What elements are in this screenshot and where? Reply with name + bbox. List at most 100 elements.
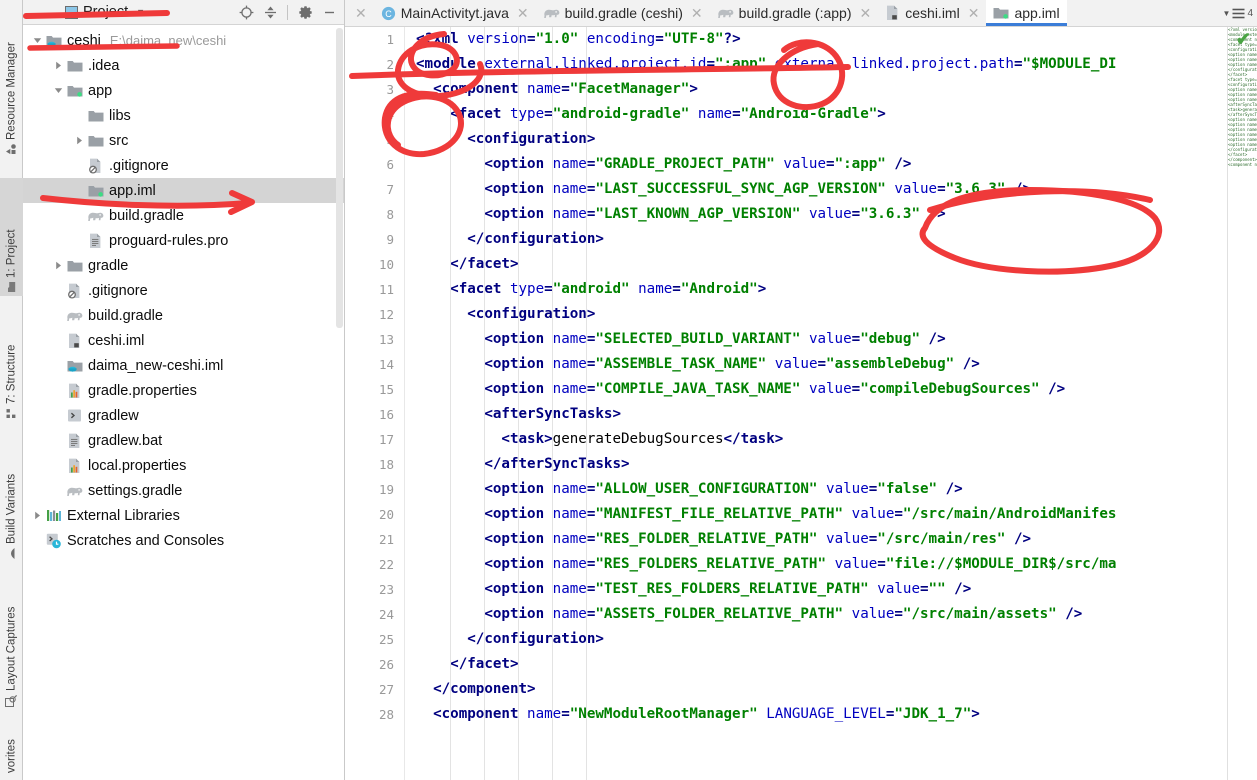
editor-minimap[interactable]: <?xml version="1.0" encodi<module extern… bbox=[1227, 27, 1257, 780]
close-icon[interactable]: ✕ bbox=[691, 5, 703, 22]
chevron-right-icon[interactable] bbox=[31, 510, 43, 522]
code-content[interactable]: <?xml version="1.0" encoding="UTF-8"?><m… bbox=[406, 27, 1227, 780]
tree-item-gradlew[interactable]: gradlew bbox=[23, 403, 344, 428]
line-number: 12 bbox=[345, 302, 404, 327]
code-line[interactable]: </component> bbox=[406, 677, 1227, 702]
tree-item-settings-gradle[interactable]: settings.gradle bbox=[23, 478, 344, 503]
code-line[interactable]: <option name="RES_FOLDERS_RELATIVE_PATH"… bbox=[406, 552, 1227, 577]
tree-item-app[interactable]: app bbox=[23, 78, 344, 103]
tab-overflow-control[interactable]: ▼4 bbox=[1223, 0, 1257, 26]
tool-window-tab-1-project[interactable]: 1: Project bbox=[0, 178, 23, 296]
editor-tab-mainactivityt-java[interactable]: CMainActivityt.java✕ bbox=[374, 0, 536, 26]
locate-icon[interactable] bbox=[235, 1, 257, 23]
code-line[interactable]: <task>generateDebugSources</task> bbox=[406, 427, 1227, 452]
close-icon[interactable]: ✕ bbox=[860, 5, 872, 22]
editor-tab-build-gradle-app[interactable]: build.gradle (:app)✕ bbox=[710, 0, 879, 26]
chevron-down-icon[interactable] bbox=[52, 85, 64, 97]
tool-window-tab-label: Layout Captures bbox=[6, 607, 18, 691]
code-line[interactable]: <option name="SELECTED_BUILD_VARIANT" va… bbox=[406, 327, 1227, 352]
close-icon[interactable]: ✕ bbox=[355, 5, 367, 22]
tree-item-ceshi-iml[interactable]: ceshi.iml bbox=[23, 328, 344, 353]
code-token: /> bbox=[954, 356, 980, 372]
project-tree[interactable]: ceshiE:\daima_new\ceshi.ideaapplibssrc.g… bbox=[23, 25, 344, 780]
code-line[interactable]: <option name="COMPILE_JAVA_TASK_NAME" va… bbox=[406, 377, 1227, 402]
tree-item-gradle[interactable]: gradle bbox=[23, 253, 344, 278]
project-panel-scrollbar[interactable] bbox=[336, 28, 343, 328]
check-mark-icon[interactable]: ✔ bbox=[1236, 30, 1251, 48]
code-token: name bbox=[638, 281, 672, 297]
code-line[interactable]: <option name="GRADLE_PROJECT_PATH" value… bbox=[406, 152, 1227, 177]
chevron-right-icon[interactable] bbox=[52, 60, 64, 72]
settings-gear-icon[interactable] bbox=[294, 1, 316, 23]
tree-item-local-properties[interactable]: local.properties bbox=[23, 453, 344, 478]
chevron-down-icon[interactable]: ▼ bbox=[136, 7, 145, 17]
chevron-down-icon[interactable]: ▼ bbox=[1223, 9, 1231, 18]
code-token: <configuration> bbox=[416, 131, 595, 147]
tree-item-app-iml[interactable]: app.iml bbox=[23, 178, 344, 203]
code-line[interactable]: <option name="RES_FOLDER_RELATIVE_PATH" … bbox=[406, 527, 1227, 552]
code-line[interactable]: <component name="FacetManager"> bbox=[406, 77, 1227, 102]
chevron-right-icon[interactable] bbox=[52, 260, 64, 272]
code-viewport[interactable]: 1234567891011121314151617181920212223242… bbox=[345, 27, 1227, 780]
code-line[interactable]: <option name="ASSETS_FOLDER_RELATIVE_PAT… bbox=[406, 602, 1227, 627]
code-line[interactable]: <option name="TEST_RES_FOLDERS_RELATIVE_… bbox=[406, 577, 1227, 602]
tool-window-tab-vorites[interactable]: vorites bbox=[0, 728, 23, 780]
code-line[interactable]: <configuration> bbox=[406, 127, 1227, 152]
tree-item-external-libraries[interactable]: External Libraries bbox=[23, 503, 344, 528]
editor-tab-app-iml[interactable]: app.iml bbox=[986, 0, 1066, 26]
code-token: name bbox=[553, 181, 587, 197]
tree-item-ceshi[interactable]: ceshiE:\daima_new\ceshi bbox=[23, 28, 344, 53]
code-line[interactable]: </afterSyncTasks> bbox=[406, 452, 1227, 477]
code-line[interactable]: <afterSyncTasks> bbox=[406, 402, 1227, 427]
tree-item-libs[interactable]: libs bbox=[23, 103, 344, 128]
code-line[interactable]: <option name="LAST_KNOWN_AGP_VERSION" va… bbox=[406, 202, 1227, 227]
code-line[interactable]: </configuration> bbox=[406, 227, 1227, 252]
code-line[interactable]: <configuration> bbox=[406, 302, 1227, 327]
code-token: value bbox=[826, 531, 869, 547]
tab-list-icon[interactable] bbox=[1232, 8, 1245, 19]
chevron-right-icon[interactable] bbox=[73, 135, 85, 147]
code-token: /> bbox=[1005, 181, 1031, 197]
code-line[interactable]: </facet> bbox=[406, 252, 1227, 277]
tab-scroll-left[interactable]: ✕ bbox=[345, 0, 374, 26]
code-token: </configuration> bbox=[416, 631, 604, 647]
close-icon[interactable]: ✕ bbox=[517, 5, 529, 22]
tool-window-tab-7-structure[interactable]: 7: Structure bbox=[0, 310, 23, 422]
code-token: = bbox=[869, 481, 878, 497]
code-token: "/src/main/assets" bbox=[903, 606, 1057, 622]
code-line[interactable]: <facet type="android" name="Android"> bbox=[406, 277, 1227, 302]
tree-item-build-gradle[interactable]: build.gradle bbox=[23, 203, 344, 228]
tree-item-gradle-properties[interactable]: gradle.properties bbox=[23, 378, 344, 403]
chevron-down-icon[interactable] bbox=[31, 35, 43, 47]
code-line[interactable]: <?xml version="1.0" encoding="UTF-8"?> bbox=[406, 27, 1227, 52]
tree-item-gitignore[interactable]: .gitignore bbox=[23, 153, 344, 178]
code-line[interactable]: <option name="ASSEMBLE_TASK_NAME" value=… bbox=[406, 352, 1227, 377]
close-icon[interactable]: ✕ bbox=[968, 5, 980, 22]
hide-panel-icon[interactable] bbox=[318, 1, 340, 23]
code-line[interactable]: <module external.linked.project.id=":app… bbox=[406, 52, 1227, 77]
code-line[interactable]: <option name="ALLOW_USER_CONFIGURATION" … bbox=[406, 477, 1227, 502]
collapse-all-icon[interactable] bbox=[259, 1, 281, 23]
tree-item-src[interactable]: src bbox=[23, 128, 344, 153]
tree-item-gitignore[interactable]: .gitignore bbox=[23, 278, 344, 303]
code-line[interactable]: <option name="LAST_SUCCESSFUL_SYNC_AGP_V… bbox=[406, 177, 1227, 202]
tree-item-proguard-rules-pro[interactable]: proguard-rules.pro bbox=[23, 228, 344, 253]
tool-window-tab-layout-captures[interactable]: Layout Captures bbox=[0, 580, 23, 710]
code-line[interactable]: <option name="MANIFEST_FILE_RELATIVE_PAT… bbox=[406, 502, 1227, 527]
tree-item-gradlew-bat[interactable]: gradlew.bat bbox=[23, 428, 344, 453]
tree-item-daima-new-ceshi-iml[interactable]: daima_new-ceshi.iml bbox=[23, 353, 344, 378]
code-token: "ALLOW_USER_CONFIGURATION" bbox=[595, 481, 817, 497]
tree-item-build-gradle[interactable]: build.gradle bbox=[23, 303, 344, 328]
code-token: > bbox=[689, 81, 698, 97]
editor-tab-build-gradle-ceshi[interactable]: build.gradle (ceshi)✕ bbox=[536, 0, 710, 26]
code-line[interactable]: <facet type="android-gradle" name="Andro… bbox=[406, 102, 1227, 127]
tree-item-idea[interactable]: .idea bbox=[23, 53, 344, 78]
tree-item-scratches-and-consoles[interactable]: Scratches and Consoles bbox=[23, 528, 344, 553]
editor-tab-ceshi-iml[interactable]: ceshi.iml✕ bbox=[878, 0, 986, 26]
code-line[interactable]: <component name="NewModuleRootManager" L… bbox=[406, 702, 1227, 727]
tool-window-tab-build-variants[interactable]: Build Variants bbox=[0, 440, 23, 562]
code-line[interactable]: </facet> bbox=[406, 652, 1227, 677]
code-token: = bbox=[826, 156, 835, 172]
tool-window-tab-resource-manager[interactable]: Resource Manager bbox=[0, 18, 23, 158]
code-line[interactable]: </configuration> bbox=[406, 627, 1227, 652]
